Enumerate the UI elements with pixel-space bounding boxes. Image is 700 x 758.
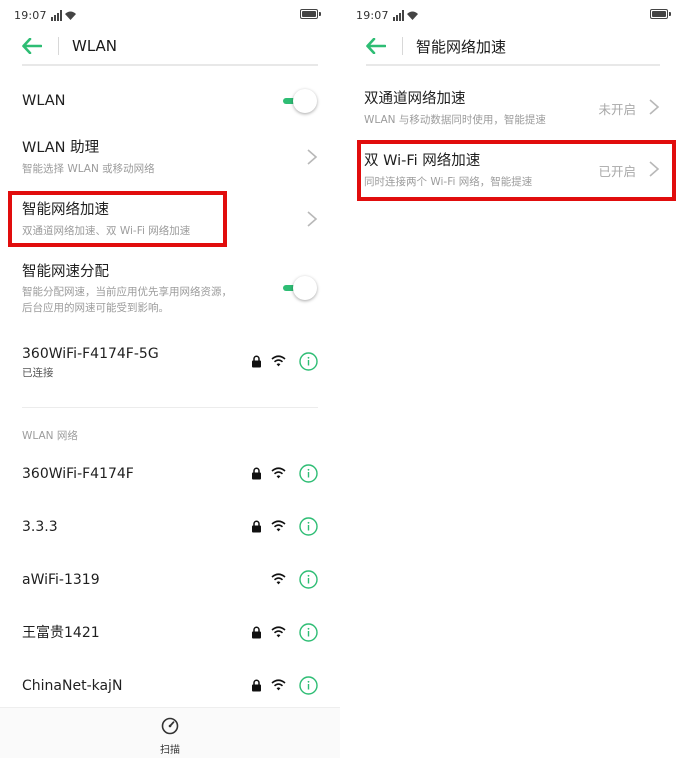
- smart-speed-allocation-row[interactable]: 智能网速分配 智能分配网速，当前应用优先享用网络资源， 后台应用的网速可能受到影…: [22, 262, 318, 320]
- info-icon[interactable]: [299, 516, 318, 536]
- page-title: WLAN: [72, 37, 118, 55]
- screen-gutter: [340, 0, 350, 758]
- network-row[interactable]: 360WiFi-F4174F: [22, 454, 318, 494]
- wifi-icon: [271, 467, 286, 479]
- status-bar: 19:07: [14, 6, 321, 24]
- smart-speed-allocation-subtitle-1: 智能分配网速，当前应用优先享用网络资源，: [22, 286, 232, 298]
- dual-wifi-accel-status: 已开启: [598, 164, 636, 179]
- status-bar: 19:07: [356, 6, 671, 24]
- lock-icon: [252, 467, 261, 479]
- title-bar: WLAN: [22, 28, 318, 66]
- dual-channel-accel-status: 未开启: [598, 102, 636, 117]
- lock-icon: [252, 626, 261, 638]
- wlan-toggle-switch[interactable]: [280, 89, 318, 113]
- title-separator: [58, 37, 59, 55]
- bottom-bar: 扫描: [0, 707, 340, 758]
- network-row[interactable]: 王富贵1421: [22, 613, 318, 653]
- status-time: 19:07: [14, 8, 47, 22]
- wlan-toggle-label: WLAN: [22, 93, 66, 109]
- title-bar: 智能网络加速: [366, 28, 660, 66]
- status-time: 19:07: [356, 8, 389, 22]
- wifi-icon: [271, 355, 286, 367]
- smart-speed-allocation-subtitle-2: 后台应用的网速可能受到影响。: [22, 302, 169, 314]
- lock-icon: [252, 520, 261, 532]
- network-ssid: 360WiFi-F4174F: [22, 466, 134, 482]
- info-icon[interactable]: [299, 675, 318, 695]
- network-row[interactable]: 3.3.3: [22, 507, 318, 547]
- wifi-icon: [271, 626, 286, 638]
- network-ssid: aWiFi-1319: [22, 572, 100, 588]
- section-divider: [22, 407, 318, 408]
- title-separator: [402, 37, 403, 55]
- smart-network-accel-row[interactable]: 智能网络加速 双通道网络加速、双 Wi-Fi 网络加速: [22, 200, 318, 242]
- scan-icon: [161, 717, 179, 735]
- network-row[interactable]: aWiFi-1319: [22, 560, 318, 600]
- connected-network-row[interactable]: 360WiFi-F4174F-5G 已连接: [22, 344, 318, 384]
- network-ssid: 3.3.3: [22, 519, 58, 535]
- back-arrow-icon[interactable]: [366, 35, 388, 57]
- scan-button[interactable]: 扫描: [155, 717, 185, 756]
- info-icon[interactable]: [299, 569, 318, 589]
- smart-network-accel-screen: 19:07 智能网络加速 双通道网络加速 WLAN 与移动数据同时使用，智能提速…: [350, 0, 700, 758]
- back-arrow-icon[interactable]: [22, 35, 44, 57]
- lock-icon: [252, 355, 261, 367]
- lock-icon: [252, 679, 261, 691]
- chevron-right-icon: [307, 149, 318, 165]
- wlan-assistant-title: WLAN 助理: [22, 140, 100, 156]
- wlan-assistant-subtitle: 智能选择 WLAN 或移动网络: [22, 163, 155, 175]
- chevron-right-icon: [649, 161, 660, 177]
- network-ssid: 王富贵1421: [22, 625, 100, 641]
- smart-network-accel-title: 智能网络加速: [22, 202, 109, 218]
- smart-speed-allocation-title: 智能网速分配: [22, 264, 109, 280]
- smart-network-accel-subtitle: 双通道网络加速、双 Wi-Fi 网络加速: [22, 225, 191, 237]
- info-icon[interactable]: [299, 351, 318, 371]
- wifi-icon: [271, 679, 286, 691]
- wifi-icon: [271, 573, 286, 585]
- network-row[interactable]: ChinaNet-kajN: [22, 666, 318, 706]
- scan-label: 扫描: [160, 745, 180, 756]
- dual-channel-accel-row[interactable]: 双通道网络加速 WLAN 与移动数据同时使用，智能提速 未开启: [364, 89, 660, 129]
- wlan-assistant-row[interactable]: WLAN 助理 智能选择 WLAN 或移动网络: [22, 138, 318, 180]
- smart-speed-allocation-toggle[interactable]: [280, 276, 318, 300]
- battery-icon: [650, 9, 671, 19]
- wifi-icon: [271, 520, 286, 532]
- network-ssid: ChinaNet-kajN: [22, 678, 123, 694]
- chevron-right-icon: [307, 211, 318, 227]
- signal-icon: [392, 9, 419, 21]
- wlan-toggle-row[interactable]: WLAN: [22, 88, 318, 116]
- info-icon[interactable]: [299, 463, 318, 483]
- page-title: 智能网络加速: [416, 37, 507, 56]
- signal-icon: [50, 9, 77, 21]
- battery-icon: [300, 9, 321, 19]
- wlan-settings-screen: 19:07 WLAN WLAN WLAN 助理 智能选择 WLAN 或移动网络 …: [0, 0, 340, 758]
- chevron-right-icon: [649, 99, 660, 115]
- dual-wifi-accel-row[interactable]: 双 Wi-Fi 网络加速 同时连接两个 Wi-Fi 网络，智能提速 已开启: [364, 151, 660, 191]
- info-icon[interactable]: [299, 622, 318, 642]
- wlan-networks-section-label: WLAN 网络: [22, 430, 78, 442]
